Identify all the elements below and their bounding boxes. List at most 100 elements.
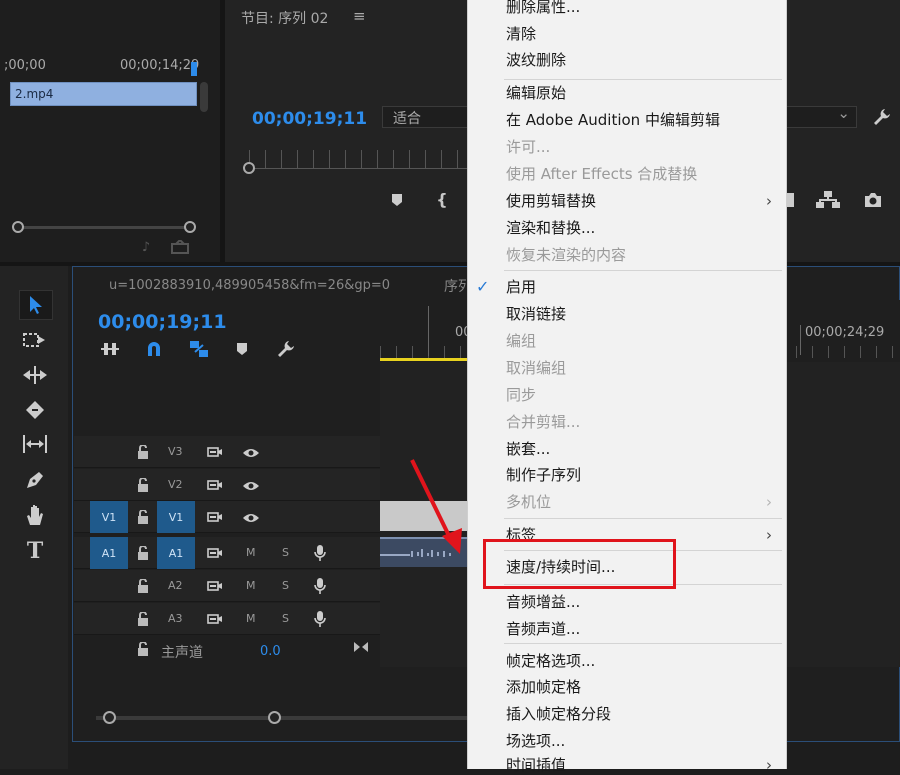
menu-item-0[interactable]: 删除属性... bbox=[506, 0, 580, 17]
ripple-edit-tool-icon[interactable] bbox=[20, 363, 50, 387]
track-lock-icon[interactable] bbox=[136, 545, 150, 561]
timeline-settings-wrench-icon[interactable] bbox=[275, 338, 297, 360]
eye-icon[interactable] bbox=[241, 511, 261, 525]
menu-item-26[interactable]: 场选项... bbox=[506, 731, 565, 751]
menu-item-8[interactable]: 渲染和替换... bbox=[506, 218, 595, 238]
track-header-v1[interactable]: V1 V1 bbox=[74, 501, 380, 533]
track-header-a1[interactable]: A1 A1 M S bbox=[74, 537, 380, 569]
source-clip-name: 2.mp4 bbox=[15, 87, 54, 101]
track-lock-icon[interactable] bbox=[136, 477, 150, 493]
menu-item-16[interactable]: 嵌套... bbox=[506, 439, 550, 459]
menu-item-11[interactable]: 取消链接 bbox=[506, 304, 566, 324]
microphone-icon[interactable] bbox=[313, 543, 327, 563]
source-playhead-marker[interactable] bbox=[191, 62, 197, 76]
source-hscroll-handle-left[interactable] bbox=[12, 221, 24, 233]
menu-item-21[interactable]: 音频增益... bbox=[506, 592, 580, 612]
program-scrub-track[interactable] bbox=[249, 168, 492, 169]
source-hscroll-handle-right[interactable] bbox=[184, 221, 196, 233]
track-lock-icon[interactable] bbox=[136, 509, 150, 525]
camera-icon[interactable] bbox=[861, 190, 885, 210]
mute-button[interactable]: M bbox=[246, 579, 256, 592]
sync-lock-icon[interactable] bbox=[206, 612, 224, 626]
master-volume-value[interactable]: 0.0 bbox=[260, 644, 281, 659]
master-expand-icon[interactable] bbox=[352, 639, 370, 655]
wrench-icon[interactable] bbox=[871, 106, 893, 128]
menu-item-23[interactable]: 帧定格选项... bbox=[506, 651, 595, 671]
track-lock-icon[interactable] bbox=[136, 611, 150, 627]
menu-item-18: 多机位 bbox=[506, 493, 552, 511]
nest-toggle-icon[interactable] bbox=[100, 339, 120, 359]
microphone-icon[interactable] bbox=[313, 576, 327, 596]
context-menu: 删除属性... 清除 波纹删除 编辑原始在 Adobe Audition 中编辑剪辑许… bbox=[467, 0, 787, 774]
source-clip[interactable]: 2.mp4 bbox=[10, 82, 197, 106]
track-header-v2[interactable]: V2 bbox=[74, 469, 380, 501]
marker-icon[interactable] bbox=[389, 191, 405, 209]
program-playhead-knob[interactable] bbox=[243, 162, 255, 174]
solo-button[interactable]: S bbox=[282, 546, 289, 559]
timeline-hscroll-handle-left[interactable] bbox=[103, 711, 116, 724]
program-title[interactable]: 节目: 序列 02 bbox=[241, 8, 328, 28]
sync-lock-icon[interactable] bbox=[206, 445, 224, 459]
microphone-icon[interactable] bbox=[313, 609, 327, 629]
menu-item-22[interactable]: 音频声道... bbox=[506, 619, 580, 639]
video-drag-icon[interactable] bbox=[170, 238, 190, 256]
track-lock-icon[interactable] bbox=[136, 578, 150, 594]
track-target-v1[interactable]: V1 bbox=[157, 501, 195, 533]
sync-lock-icon[interactable] bbox=[206, 478, 224, 492]
sync-lock-icon[interactable] bbox=[206, 510, 224, 524]
timeline-hscroll-track[interactable] bbox=[96, 716, 468, 720]
sync-lock-icon[interactable] bbox=[206, 546, 224, 560]
eye-icon[interactable] bbox=[241, 479, 261, 493]
timeline-timecode[interactable]: 00;00;19;11 bbox=[98, 311, 227, 333]
master-lock-icon[interactable] bbox=[136, 641, 150, 657]
track-target-a1[interactable]: A1 bbox=[157, 537, 195, 569]
menu-item-3[interactable]: 编辑原始 bbox=[506, 83, 566, 103]
solo-button[interactable]: S bbox=[282, 579, 289, 592]
menu-item-7[interactable]: 使用剪辑替换 bbox=[506, 191, 596, 211]
mute-button[interactable]: M bbox=[246, 612, 256, 625]
menu-item-17[interactable]: 制作子序列 bbox=[506, 465, 581, 485]
type-tool-icon[interactable]: T bbox=[20, 538, 50, 564]
snap-magnet-icon[interactable] bbox=[144, 339, 164, 359]
checkmark-icon: ✓ bbox=[476, 277, 490, 296]
track-select-tool-icon[interactable] bbox=[20, 328, 50, 352]
slip-tool-icon[interactable] bbox=[20, 432, 50, 456]
add-marker-icon[interactable] bbox=[234, 340, 250, 358]
program-panel-menu-icon[interactable]: ≡ bbox=[353, 7, 366, 25]
menu-item-1[interactable]: 清除 bbox=[506, 24, 536, 44]
source-patch-a1[interactable]: A1 bbox=[90, 537, 128, 569]
timeline-hscroll-handle-right[interactable] bbox=[268, 711, 281, 724]
menu-item-27[interactable]: 时间插值 bbox=[506, 755, 566, 775]
pen-tool-icon[interactable] bbox=[20, 468, 50, 492]
program-timecode[interactable]: 00;00;19;11 bbox=[252, 109, 367, 129]
razor-tool-icon[interactable] bbox=[20, 398, 50, 422]
master-track-label: 主声道 bbox=[161, 645, 203, 661]
menu-item-4[interactable]: 在 Adobe Audition 中编辑剪辑 bbox=[506, 110, 720, 130]
source-hscroll-track[interactable] bbox=[14, 226, 192, 229]
sync-lock-icon[interactable] bbox=[206, 579, 224, 593]
track-name: A2 bbox=[168, 579, 183, 592]
menu-item-24[interactable]: 添加帧定格 bbox=[506, 677, 581, 697]
comparison-view-icon[interactable] bbox=[815, 190, 841, 210]
hand-tool-icon[interactable] bbox=[20, 502, 50, 528]
linked-selection-icon[interactable] bbox=[188, 339, 210, 359]
timeline-tab-title[interactable]: u=1002883910,489905458&fm=26&gp=0 bbox=[109, 278, 390, 293]
track-lock-icon[interactable] bbox=[136, 444, 150, 460]
menu-item-10[interactable]: 启用 bbox=[506, 277, 536, 297]
source-vscrollbar[interactable] bbox=[200, 82, 208, 112]
solo-button[interactable]: S bbox=[282, 612, 289, 625]
track-header-v3[interactable]: V3 bbox=[74, 436, 380, 468]
source-patch-v1[interactable]: V1 bbox=[90, 501, 128, 533]
mute-button[interactable]: M bbox=[246, 546, 256, 559]
work-area-bar[interactable] bbox=[380, 358, 468, 361]
track-header-a2[interactable]: A2 M S bbox=[74, 570, 380, 602]
menu-item-25[interactable]: 插入帧定格分段 bbox=[506, 704, 611, 724]
audio-drag-icon[interactable]: ♪ bbox=[136, 238, 156, 256]
selection-tool-icon[interactable] bbox=[19, 290, 53, 320]
menu-item-2[interactable]: 波纹删除 bbox=[506, 50, 566, 70]
track-header-a3[interactable]: A3 M S bbox=[74, 603, 380, 635]
submenu-arrow-icon: › bbox=[766, 493, 772, 511]
mark-in-icon[interactable]: { bbox=[435, 189, 449, 209]
eye-icon[interactable] bbox=[241, 446, 261, 460]
ruler-tc-label: 00;00;24;29 bbox=[805, 325, 885, 340]
